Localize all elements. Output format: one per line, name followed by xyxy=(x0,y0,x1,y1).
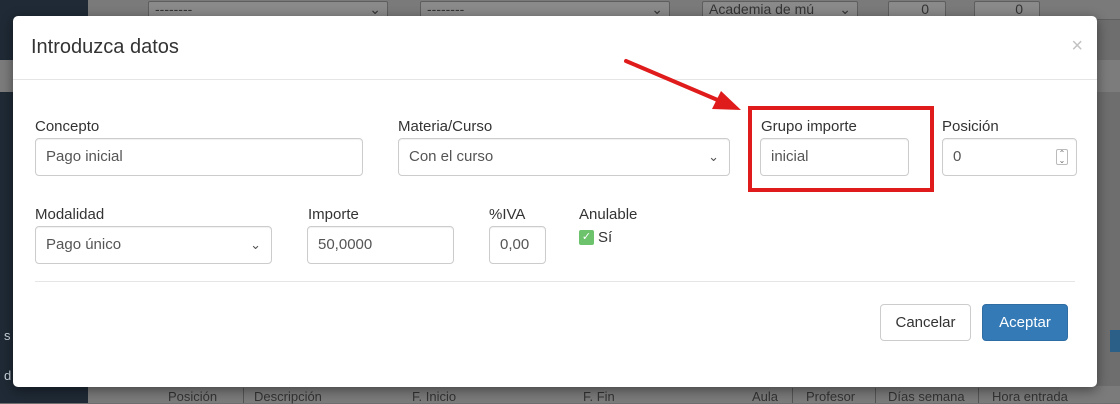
arrow-head xyxy=(712,91,741,110)
annotation-arrow xyxy=(624,59,741,110)
arrow-shaft xyxy=(624,59,722,103)
